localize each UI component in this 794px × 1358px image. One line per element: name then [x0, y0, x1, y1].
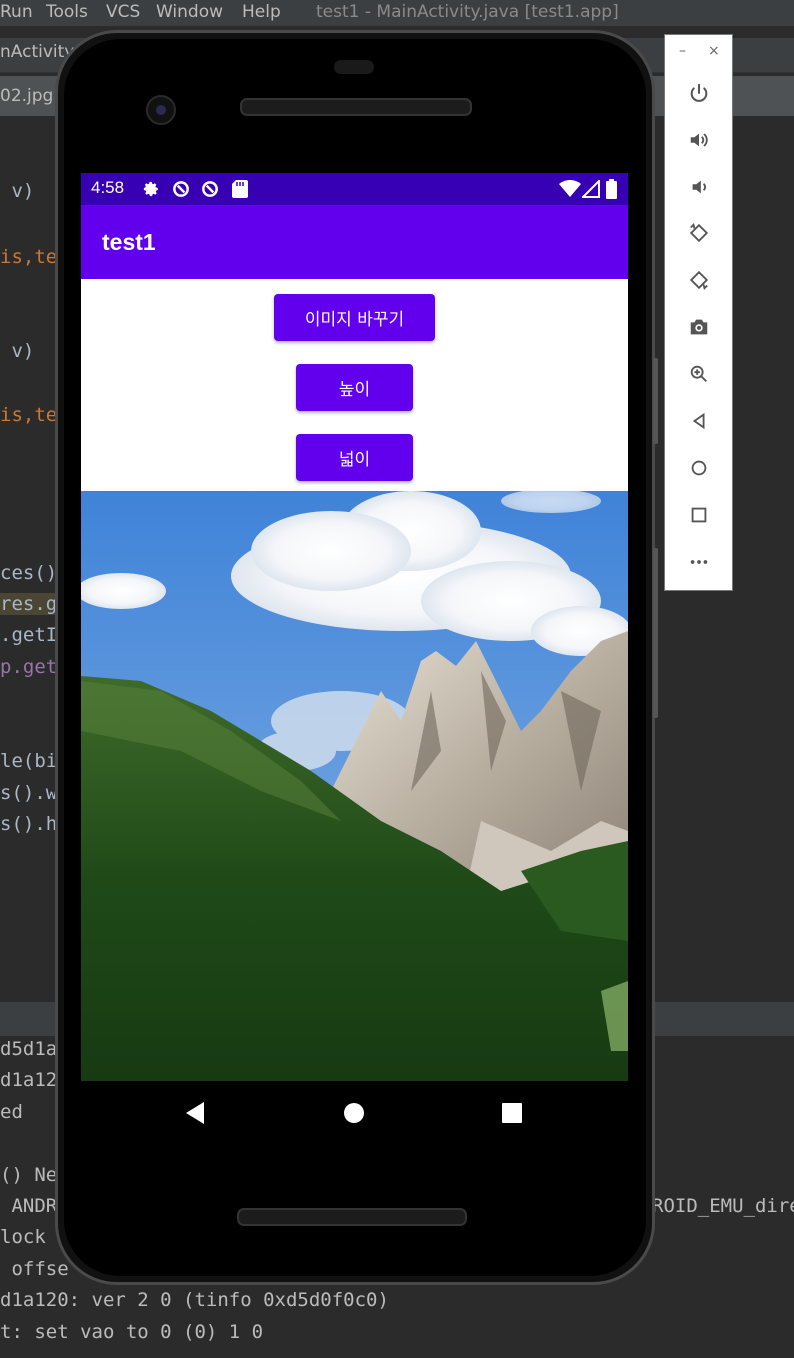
emulator-toolbar: – ×	[664, 34, 733, 591]
rotate-right-icon[interactable]	[683, 264, 715, 296]
height-button[interactable]: 높이	[296, 364, 413, 411]
volume-down-icon[interactable]	[683, 171, 715, 203]
code-line: is,te	[0, 404, 58, 426]
status-bar: 4:58	[81, 173, 628, 205]
side-button	[653, 548, 658, 718]
status-clock: 4:58	[91, 178, 125, 197]
console-line: ROID_EMU_dire	[652, 1195, 794, 1217]
battery-icon	[606, 179, 617, 199]
app-title: test1	[102, 229, 156, 255]
code-line: p.get	[0, 656, 58, 678]
back-icon[interactable]	[683, 405, 715, 437]
menu-vcs[interactable]: VCS	[106, 2, 140, 22]
menu-tools[interactable]: Tools	[46, 2, 88, 22]
menu-window[interactable]: Window	[156, 2, 223, 22]
console-line: lock	[0, 1226, 58, 1248]
console-line: d5d1a	[0, 1038, 58, 1060]
cell-signal-icon	[582, 180, 600, 198]
code-line: v)	[0, 340, 35, 362]
rotate-left-icon[interactable]	[683, 217, 715, 249]
menu-help[interactable]: Help	[242, 2, 281, 22]
console-line: d1a120: ver 2 0 (tinfo 0xd5d0f0c0)	[0, 1289, 389, 1311]
proximity-sensor	[334, 60, 374, 74]
more-icon[interactable]	[683, 546, 715, 578]
camera-icon[interactable]	[683, 311, 715, 343]
earpiece-speaker	[240, 98, 472, 116]
nav-home-icon[interactable]	[343, 1102, 365, 1124]
power-icon[interactable]	[683, 77, 715, 109]
console-line: ANDR	[0, 1195, 58, 1217]
nav-back-icon[interactable]	[184, 1101, 206, 1125]
file-tab-image[interactable]: 02.jpg	[0, 86, 53, 106]
overview-icon[interactable]	[683, 499, 715, 531]
menu-run[interactable]: Run	[0, 2, 33, 22]
console-line: d1a12	[0, 1069, 58, 1091]
landscape-image	[81, 491, 628, 1081]
minimize-button[interactable]: –	[679, 43, 686, 59]
code-line: v)	[0, 180, 35, 202]
data-saver-icon	[173, 181, 189, 197]
close-button[interactable]: ×	[708, 43, 720, 59]
console-line: ed	[0, 1101, 23, 1123]
code-line: is,te	[0, 246, 58, 268]
console-line: offse	[0, 1258, 69, 1280]
zoom-icon[interactable]	[683, 358, 715, 390]
app-bar: test1	[81, 205, 628, 279]
front-camera-icon	[146, 95, 176, 125]
code-line: le(bi	[0, 750, 58, 772]
bottom-speaker	[237, 1208, 467, 1226]
device-screen: 4:58 test1 이미지 바꾸기 높이 넓이	[81, 173, 628, 1081]
code-line: ces()	[0, 562, 58, 584]
ide-window-title: test1 - MainActivity.java [test1.app]	[316, 2, 619, 22]
code-line: .getI	[0, 624, 58, 646]
code-line: s().h	[0, 813, 58, 835]
console-line: () Ne	[0, 1164, 58, 1186]
console-line: t: set vao to 0 (0) 1 0	[0, 1321, 264, 1343]
data-saver-icon	[202, 181, 218, 197]
side-button	[653, 358, 658, 444]
wifi-icon	[559, 180, 581, 197]
navigation-bar	[81, 1081, 628, 1145]
code-line: s().w	[0, 782, 58, 804]
code-line: res.g	[0, 593, 58, 615]
volume-up-icon[interactable]	[683, 124, 715, 156]
change-image-button[interactable]: 이미지 바꾸기	[274, 294, 435, 341]
settings-icon	[143, 181, 158, 197]
width-button[interactable]: 넓이	[296, 434, 413, 481]
nav-overview-icon[interactable]	[501, 1102, 523, 1124]
home-icon[interactable]	[683, 452, 715, 484]
sd-card-icon	[232, 180, 248, 198]
ide-menubar: Run Tools VCS Window Help test1 - MainAc…	[0, 0, 794, 26]
